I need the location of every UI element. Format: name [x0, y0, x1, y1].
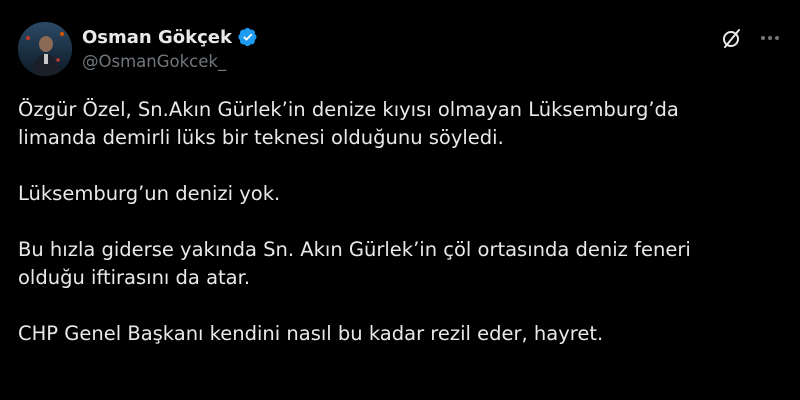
verified-badge-icon[interactable]	[238, 27, 258, 47]
tweet-paragraph: CHP Genel Başkanı kendini nasıl bu kadar…	[18, 320, 788, 348]
tweet-line: limanda demirli lüks bir teknesi olduğun…	[18, 126, 504, 149]
tweet-line: CHP Genel Başkanı kendini nasıl bu kadar…	[18, 322, 604, 345]
tweet-paragraph: Özgür Özel, Sn.Akın Gürlek’in denize kıy…	[18, 96, 788, 152]
tweet-paragraph: Lüksemburg’un denizi yok.	[18, 180, 788, 208]
display-name[interactable]: Osman Gökçek	[82, 27, 232, 48]
tweet-line: Lüksemburg’un denizi yok.	[18, 182, 281, 205]
avatar-image	[18, 22, 72, 76]
tweet-paragraph: Bu hızla giderse yakında Sn. Akın Gürlek…	[18, 236, 788, 292]
name-row: Osman Gökçek	[82, 24, 258, 50]
tweet-actions	[720, 26, 782, 50]
tweet-header: Osman Gökçek @OsmanGokcek_	[18, 20, 782, 80]
avatar[interactable]	[18, 22, 72, 76]
tweet-line: Bu hızla giderse yakında Sn. Akın Gürlek…	[18, 238, 691, 261]
tweet-text: Özgür Özel, Sn.Akın Gürlek’in denize kıy…	[18, 96, 788, 348]
author-block: Osman Gökçek @OsmanGokcek_	[82, 24, 258, 71]
tweet-line: Özgür Özel, Sn.Akın Gürlek’in denize kıy…	[18, 98, 679, 121]
more-horizontal-icon[interactable]	[758, 26, 782, 50]
tweet-card: Osman Gökçek @OsmanGokcek_ Özgür Özel, S…	[0, 0, 800, 400]
author-handle[interactable]: @OsmanGokcek_	[82, 52, 258, 71]
tweet-line: olduğu iftirasını da atar.	[18, 266, 251, 289]
grok-slash-circle-icon[interactable]	[720, 26, 744, 50]
